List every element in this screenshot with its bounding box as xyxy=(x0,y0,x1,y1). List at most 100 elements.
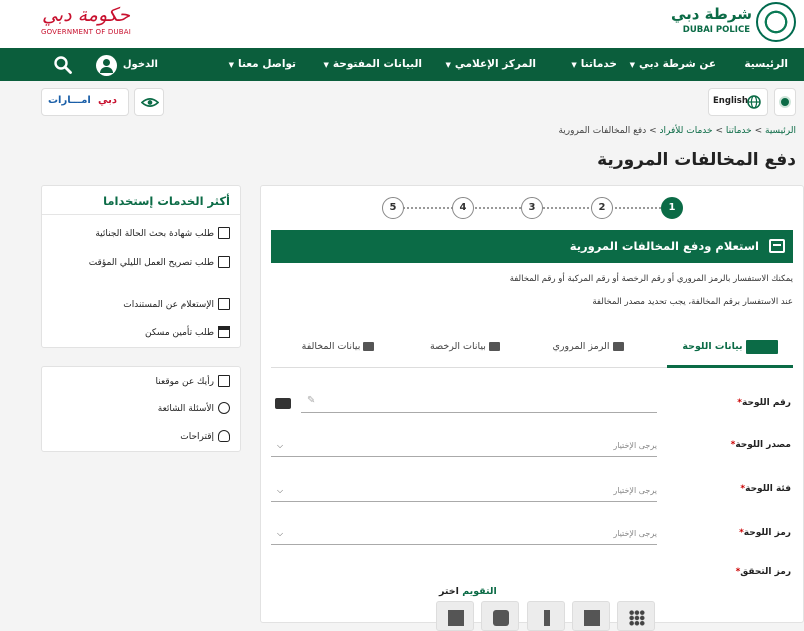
police-name-en: DUBAI POLICE xyxy=(682,25,750,35)
camera-icon xyxy=(493,610,509,626)
police-emblem-icon xyxy=(756,2,796,42)
faq-link[interactable]: الأسئلة الشائعة xyxy=(42,402,240,416)
traffic-fines-panel: 1 2 3 4 5 استعلام ودفع المخالفات المروري… xyxy=(260,185,804,631)
captcha-option-calendar[interactable] xyxy=(572,601,610,631)
chevron-down-icon: ▼ xyxy=(629,61,635,69)
most-used-title: أكثر الخدمات إستخداما xyxy=(42,186,240,215)
chevron-down-icon: ▼ xyxy=(323,61,329,69)
user-icon[interactable] xyxy=(96,55,117,76)
feedback-panel: رأيك عن موقعنا الأسئلة الشائعة إقتراحات xyxy=(41,366,241,452)
dubai-text: دبي xyxy=(98,95,118,106)
top-header: شرطة دبي DUBAI POLICE حكومة دبي GOVERNME… xyxy=(0,0,804,48)
nav-media[interactable]: المركز الإعلامي▼ xyxy=(446,48,536,81)
language-switch[interactable]: English xyxy=(708,88,768,116)
plate-code-label: رمز اللوحة* xyxy=(739,528,791,538)
documents-search-icon xyxy=(218,298,230,310)
info-line-1: يمكنك الاستفسار بالرمز المروري أو رقم ال… xyxy=(509,274,793,284)
document-icon xyxy=(218,227,230,239)
captcha-option-grid[interactable] xyxy=(617,601,655,631)
plate-category-select[interactable]: يرجى الإختيار ⌵ xyxy=(271,480,657,502)
page-title: دفع المخالفات المرورية xyxy=(597,150,796,170)
search-icon[interactable] xyxy=(54,56,72,74)
search-tabs: بيانات اللوحة الرمز المروري بيانات الرخص… xyxy=(271,326,793,368)
chevron-down-icon: ⌵ xyxy=(277,486,284,495)
accessibility-toggle[interactable] xyxy=(774,88,796,116)
captcha-instruction: التقويم اختر xyxy=(439,586,497,597)
nav-open-data[interactable]: البيانات المفتوحة▼ xyxy=(324,48,422,81)
most-used-services-panel: أكثر الخدمات إستخداما طلب شهادة بحث الحا… xyxy=(41,185,241,348)
website-feedback-link[interactable]: رأيك عن موقعنا xyxy=(42,375,240,389)
plate-category-label: فئة اللوحة* xyxy=(740,484,791,494)
eye-toggle[interactable] xyxy=(134,88,164,116)
tower-icon xyxy=(544,610,550,626)
plate-code-select[interactable]: يرجى الإختيار ⌵ xyxy=(271,523,657,545)
tab-license-details[interactable]: بيانات الرخصة xyxy=(405,326,525,368)
breadcrumb: الرئيسية > خدماتنا > خدمات للأفراد > دفع… xyxy=(558,126,796,136)
gov-name-en: GOVERNMENT OF DUBAI xyxy=(40,28,132,36)
lightbulb-icon xyxy=(218,430,230,442)
captcha-option-graduation[interactable] xyxy=(436,601,474,631)
main-nav: الرئيسية عن شرطة دبي▼ خدماتنا▼ المركز ال… xyxy=(0,48,804,81)
eye-icon xyxy=(141,98,159,107)
service-criminal-status[interactable]: طلب شهادة بحث الحالة الجنائية xyxy=(42,227,240,241)
government-of-dubai-logo[interactable]: حكومة دبي GOVERNMENT OF DUBAI xyxy=(40,2,132,42)
breadcrumb-individuals[interactable]: خدمات للأفراد xyxy=(660,126,713,136)
star-card-icon xyxy=(363,342,375,351)
tab-traffic-code[interactable]: الرمز المروري xyxy=(533,326,643,368)
plate-icon xyxy=(745,339,778,354)
section-banner: استعلام ودفع المخالفات المرورية xyxy=(271,230,793,263)
pencil-icon: ✎ xyxy=(307,395,316,406)
license-card-icon xyxy=(488,342,500,351)
nav-about[interactable]: عن شرطة دبي▼ xyxy=(630,48,716,81)
calendar-icon xyxy=(584,610,600,626)
breadcrumb-services[interactable]: خدماتنا xyxy=(726,126,752,136)
question-icon xyxy=(218,402,230,414)
police-name-ar: شرطة دبي xyxy=(670,5,752,23)
circle-icon xyxy=(779,96,791,108)
feedback-icon xyxy=(218,375,230,387)
info-line-2: عند الاستفسار برقم المخالفة، يجب تحديد م… xyxy=(592,297,793,307)
nav-services[interactable]: خدماتنا▼ xyxy=(571,48,617,81)
service-documents-inquiry[interactable]: الإستعلام عن المستندات xyxy=(42,298,240,312)
tab-plate-details[interactable]: بيانات اللوحة xyxy=(667,326,793,368)
captcha-label: رمز التحقق* xyxy=(735,567,791,577)
globe-icon xyxy=(747,95,761,109)
dubai-emarat-logo[interactable]: امـــارات دبي xyxy=(41,88,129,116)
service-night-work[interactable]: طلب تصريح العمل الليلي المؤقت xyxy=(42,256,240,270)
tab-fine-details[interactable]: بيانات المخالفة xyxy=(283,326,393,368)
captcha-option-tower[interactable] xyxy=(527,601,565,631)
grid-icon xyxy=(629,610,645,626)
dubai-police-logo[interactable]: شرطة دبي DUBAI POLICE xyxy=(671,0,796,44)
breadcrumb-current: دفع المخالفات المرورية xyxy=(558,126,647,136)
chevron-down-icon: ⌵ xyxy=(277,529,284,538)
permit-icon xyxy=(218,256,230,268)
plate-source-label: مصدر اللوحة* xyxy=(730,440,791,450)
chevron-down-icon: ▼ xyxy=(445,61,451,69)
captcha-option-camera[interactable] xyxy=(481,601,519,631)
gov-name-ar: حكومة دبي xyxy=(41,4,131,26)
step-1[interactable]: 1 xyxy=(661,197,683,219)
chevron-down-icon: ▼ xyxy=(228,61,235,69)
chevron-down-icon: ⌵ xyxy=(277,441,284,450)
step-4[interactable]: 4 xyxy=(452,197,474,219)
suggestions-link[interactable]: إقتراحات xyxy=(42,430,240,444)
plate-number-input[interactable]: ✎ xyxy=(301,391,657,413)
nav-home[interactable]: الرئيسية xyxy=(744,48,788,81)
nav-contact[interactable]: تواصل معنا▼ xyxy=(229,48,296,81)
home-icon xyxy=(218,326,230,338)
step-3[interactable]: 3 xyxy=(521,197,543,219)
service-home-security[interactable]: طلب تأمين مسكن xyxy=(42,326,240,340)
chevron-down-icon: ▼ xyxy=(571,61,577,69)
keyboard-icon[interactable] xyxy=(275,398,291,409)
plate-number-label: رقم اللوحة* xyxy=(737,398,791,408)
breadcrumb-home[interactable]: الرئيسية xyxy=(765,126,796,136)
step-2[interactable]: 2 xyxy=(591,197,613,219)
calendar-card-icon xyxy=(769,239,785,253)
list-icon xyxy=(612,342,624,351)
language-label: English xyxy=(713,96,748,106)
emarat-text: امـــارات xyxy=(48,95,91,106)
graduation-cap-icon xyxy=(448,610,464,626)
plate-source-select[interactable]: يرجى الإختيار ⌵ xyxy=(271,435,657,457)
step-5[interactable]: 5 xyxy=(382,197,404,219)
login-link[interactable]: الدخول xyxy=(120,55,158,75)
